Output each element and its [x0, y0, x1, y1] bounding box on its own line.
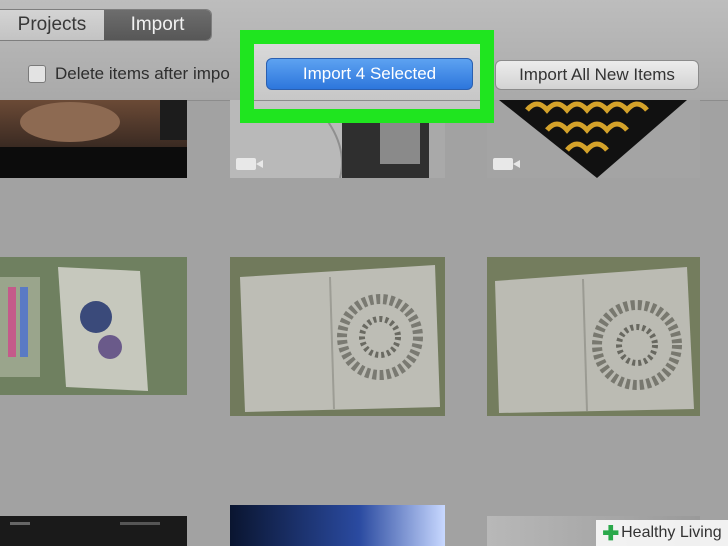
clip-thumbnail[interactable]	[230, 505, 445, 546]
delete-after-import-label: Delete items after impo	[55, 64, 230, 83]
video-camera-icon	[236, 158, 263, 170]
import-selected-button[interactable]: Import 4 Selected	[266, 58, 473, 90]
watermark: ✚ Healthy Living	[596, 520, 728, 546]
clip-thumbnail-image	[0, 267, 148, 391]
import-all-new-items-button[interactable]: Import All New Items	[495, 60, 699, 90]
clip-thumbnail[interactable]	[230, 257, 445, 416]
video-camera-icon	[493, 158, 520, 170]
view-tab-bar: Projects Import	[0, 9, 212, 41]
tab-import[interactable]: Import	[104, 10, 211, 40]
clip-thumbnail[interactable]	[487, 100, 700, 178]
clip-thumbnail[interactable]	[0, 100, 187, 178]
delete-after-import-checkbox[interactable]	[28, 65, 46, 83]
clip-thumbnail-image	[495, 267, 694, 413]
clip-thumbnail[interactable]	[0, 257, 187, 395]
clip-thumbnail-image	[20, 100, 187, 142]
plus-icon: ✚	[602, 522, 620, 545]
delete-after-import-option[interactable]: Delete items after impo	[28, 64, 243, 84]
watermark-text: Healthy Living	[621, 524, 722, 541]
clip-thumbnail[interactable]	[0, 516, 187, 546]
clip-thumbnail-image	[240, 265, 440, 412]
toolbar-divider	[254, 100, 480, 101]
clip-thumbnail[interactable]	[487, 257, 700, 416]
clip-thumbnail-image	[10, 522, 160, 525]
tab-projects[interactable]: Projects	[0, 10, 104, 40]
